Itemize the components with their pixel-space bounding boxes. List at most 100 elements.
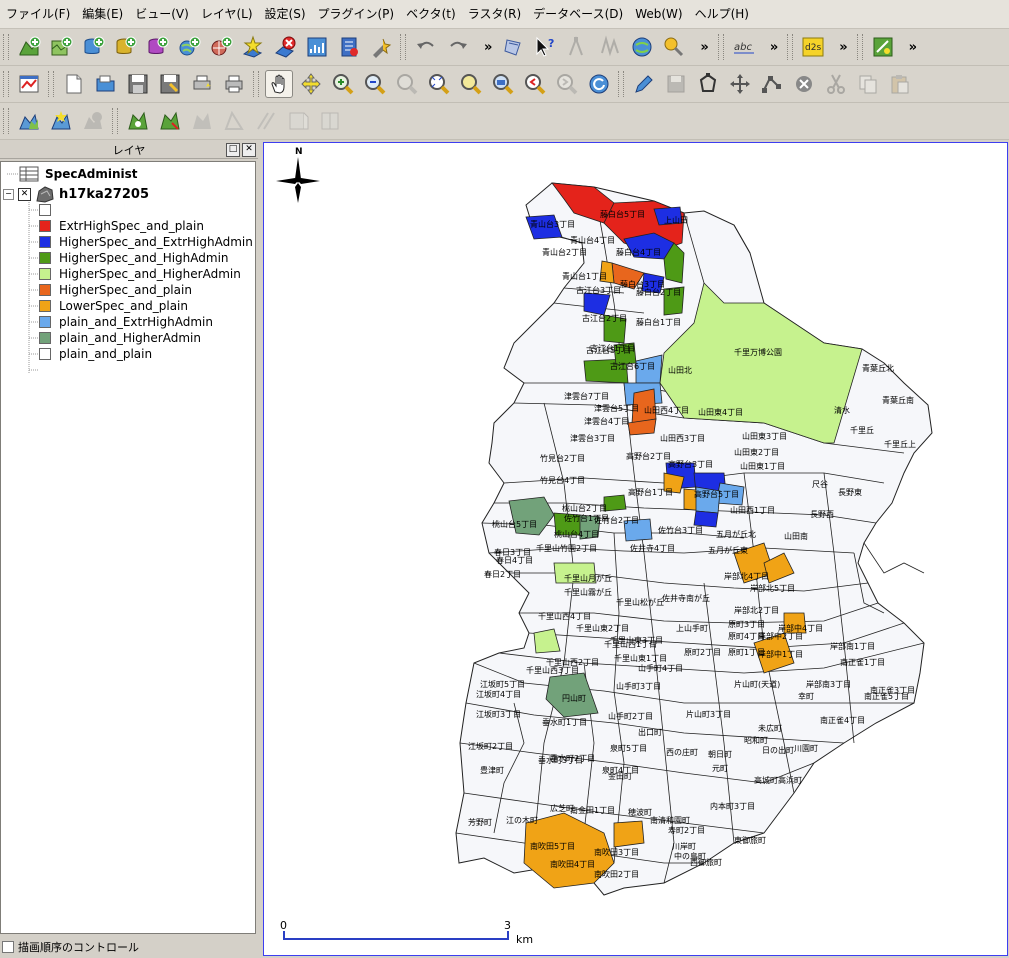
menu-raster[interactable]: ラスタ(R) — [462, 0, 527, 28]
zoom-full-button[interactable] — [425, 70, 453, 98]
zoom-in-button[interactable] — [329, 70, 357, 98]
toolbar-grip[interactable] — [3, 108, 9, 134]
render-order-checkbox[interactable] — [2, 941, 14, 953]
print-button[interactable] — [220, 70, 248, 98]
refresh-button[interactable] — [585, 70, 613, 98]
save-edits-button[interactable] — [662, 70, 690, 98]
map-svg[interactable]: N 上山田藤白台5丁目青山台3丁目青山台4丁目藤白台4丁目青山台2丁目青山台1丁… — [264, 143, 1007, 955]
undo-button[interactable] — [412, 33, 440, 61]
map-canvas[interactable]: N 上山田 藤白台5丁目 青山台3丁目 青山台4丁目 藤白台4丁目 青山台2丁目… — [263, 142, 1008, 956]
paste-features-button[interactable] — [886, 70, 914, 98]
georef-plugin-button[interactable] — [869, 33, 897, 61]
toolbar-overflow-chevron[interactable]: » — [484, 40, 492, 55]
add-spatialite-layer-button[interactable] — [111, 33, 139, 61]
toolbar-grip[interactable] — [48, 71, 54, 97]
add-delimited-text-button[interactable] — [303, 33, 331, 61]
toolbar-grip[interactable] — [717, 34, 724, 60]
zoom-to-selection-button[interactable] — [457, 70, 485, 98]
close-panel-button[interactable]: ✕ — [242, 143, 256, 157]
save-as-button[interactable] — [156, 70, 184, 98]
layer-row-specadminist[interactable]: SpecAdminist — [19, 166, 138, 182]
redo-button[interactable] — [444, 33, 472, 61]
select-features-button[interactable] — [47, 107, 75, 135]
add-part-button[interactable] — [156, 107, 184, 135]
cut-features-button[interactable] — [822, 70, 850, 98]
menu-view[interactable]: ビュー(V) — [129, 0, 195, 28]
menu-bar: ファイル(F) 編集(E) ビュー(V) レイヤ(L) 設定(S) プラグイン(… — [0, 0, 1009, 29]
toolbar-overflow-chevron[interactable]: » — [700, 40, 708, 55]
layer-visibility-checkbox[interactable]: ✕ — [18, 187, 31, 201]
add-ring-button[interactable] — [124, 107, 152, 135]
delete-ring-button[interactable] — [188, 107, 216, 135]
plugin-tool-button[interactable] — [660, 33, 688, 61]
new-print-composer-button[interactable] — [188, 70, 216, 98]
toolbar-overflow-chevron[interactable]: » — [839, 40, 847, 55]
toolbar-overflow-chevron[interactable]: » — [770, 40, 778, 55]
node-tool-button[interactable] — [564, 33, 592, 61]
add-raster-layer-button[interactable] — [47, 33, 75, 61]
menu-plugins[interactable]: プラグイン(P) — [312, 0, 401, 28]
menu-edit[interactable]: 編集(E) — [76, 0, 129, 28]
open-project-button[interactable] — [92, 70, 120, 98]
menu-help[interactable]: ヘルプ(H) — [689, 0, 755, 28]
toolbar-grip[interactable] — [787, 34, 794, 60]
toolbar-grip[interactable] — [618, 71, 624, 97]
menu-file[interactable]: ファイル(F) — [0, 0, 76, 28]
toolbar-grip[interactable] — [3, 71, 9, 97]
copy-features-button[interactable] — [854, 70, 882, 98]
collapse-toggle-icon[interactable]: − — [3, 188, 14, 200]
toolbar-overflow-chevron[interactable]: » — [909, 40, 917, 55]
toolbar-grip[interactable] — [253, 71, 259, 97]
d2s-plugin-button[interactable]: d2s — [799, 33, 827, 61]
layer-properties-button[interactable] — [15, 70, 43, 98]
add-mssql-layer-button[interactable] — [143, 33, 171, 61]
remove-layer-button[interactable] — [271, 33, 299, 61]
python-console-button[interactable] — [628, 33, 656, 61]
save-project-button[interactable] — [124, 70, 152, 98]
legend-swatch — [39, 236, 51, 248]
delete-part-button[interactable] — [220, 107, 248, 135]
merge-features-button[interactable] — [284, 107, 312, 135]
deselect-features-button[interactable] — [79, 107, 107, 135]
add-oracle-layer-button[interactable] — [335, 33, 363, 61]
measure-button[interactable] — [596, 33, 624, 61]
menu-vector[interactable]: ベクタ(t) — [400, 0, 462, 28]
add-vector-layer-button[interactable] — [15, 33, 43, 61]
city-boundary[interactable] — [455, 182, 933, 896]
node-editor-button[interactable] — [758, 70, 786, 98]
menu-settings[interactable]: 設定(S) — [259, 0, 312, 28]
render-order-control[interactable]: 描画順序のコントロール — [0, 937, 139, 957]
pan-to-selection-button[interactable] — [297, 70, 325, 98]
zoom-last-button[interactable] — [521, 70, 549, 98]
toolbar-grip[interactable] — [3, 34, 9, 60]
menu-database[interactable]: データベース(D) — [527, 0, 629, 28]
split-features-button[interactable] — [252, 107, 280, 135]
add-postgis-layer-button[interactable] — [79, 33, 107, 61]
delete-selected-button[interactable] — [790, 70, 818, 98]
menu-web[interactable]: Web(W) — [629, 0, 688, 28]
whats-this-button[interactable]: ? — [532, 33, 560, 61]
toolbar-grip[interactable] — [112, 108, 118, 134]
float-panel-button[interactable]: □ — [226, 143, 240, 157]
toolbar-grip[interactable] — [856, 34, 863, 60]
toggle-editing-button[interactable] — [630, 70, 658, 98]
toolbar-grip[interactable] — [400, 34, 406, 60]
zoom-out-button[interactable] — [361, 70, 389, 98]
move-feature-button[interactable] — [726, 70, 754, 98]
layer-row-h17ka27205[interactable]: − ✕ h17ka27205 — [3, 186, 149, 203]
pan-tool-button[interactable] — [265, 70, 293, 98]
zoom-to-layer-button[interactable] — [489, 70, 517, 98]
add-wfs-layer-button[interactable] — [367, 33, 395, 61]
label-tool-button[interactable]: abc — [730, 33, 758, 61]
menu-layer[interactable]: レイヤ(L) — [195, 0, 259, 28]
identify-edit-button[interactable] — [500, 33, 528, 61]
zoom-scale-button[interactable] — [393, 70, 421, 98]
add-wcs-layer-button[interactable] — [207, 33, 235, 61]
add-feature-button[interactable] — [694, 70, 722, 98]
add-wms-layer-button[interactable] — [175, 33, 203, 61]
attribute-table-button[interactable] — [15, 107, 43, 135]
merge-attributes-button[interactable] — [316, 107, 344, 135]
zoom-next-button[interactable] — [553, 70, 581, 98]
new-project-button[interactable] — [60, 70, 88, 98]
new-shapefile-button[interactable] — [239, 33, 267, 61]
